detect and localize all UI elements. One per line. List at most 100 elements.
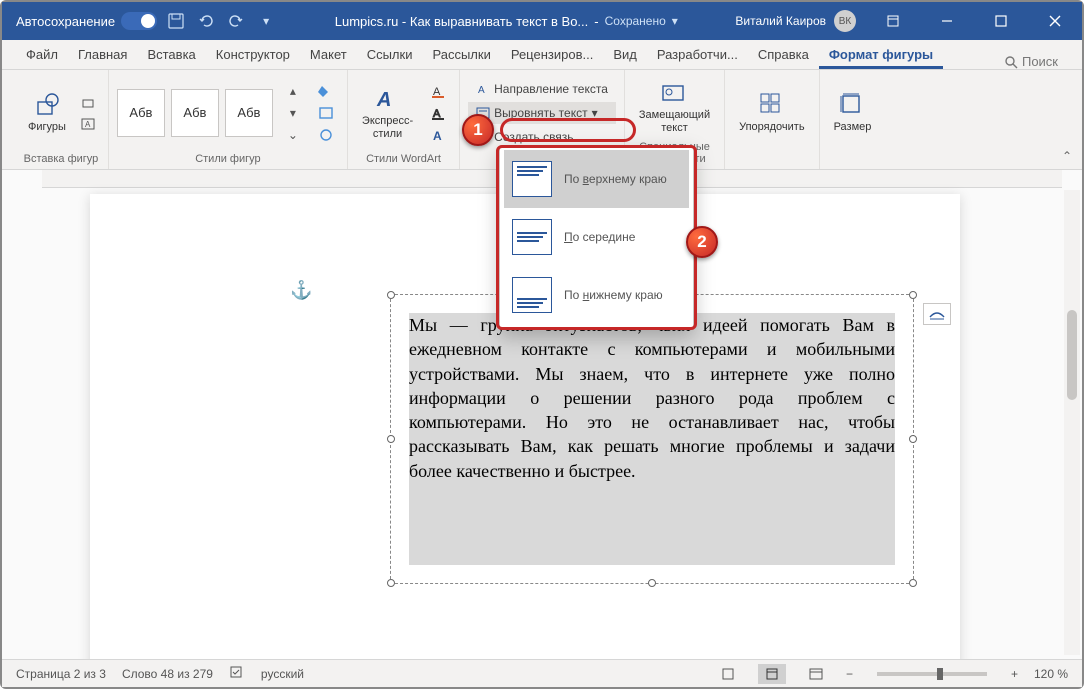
text-box-text[interactable]: Мы — группа энтузиастов, чьих идеей помо… (409, 313, 895, 483)
toggle-switch[interactable] (121, 12, 157, 30)
tab-home[interactable]: Главная (68, 41, 137, 69)
undo-icon[interactable] (195, 10, 217, 32)
title-bar: Автосохранение ▾ Lumpics.ru - Как выравн… (2, 2, 1082, 40)
align-middle-item[interactable]: По середине (504, 208, 689, 266)
shape-effects-icon[interactable] (315, 125, 339, 145)
document-title: Lumpics.ru - Как выравнивать текст в Во.… (285, 14, 727, 29)
size-button[interactable]: Размер (828, 89, 878, 135)
group-size: Размер (820, 70, 886, 169)
text-effects-icon[interactable]: A (427, 125, 451, 145)
text-box-content[interactable]: Мы — группа энтузиастов, чьих идеей помо… (409, 313, 895, 565)
avatar: ВК (834, 10, 856, 32)
align-bottom-item[interactable]: По нижнему краю (504, 266, 689, 324)
gallery-down-icon[interactable]: ▾ (281, 103, 305, 123)
redo-icon[interactable] (225, 10, 247, 32)
tab-references[interactable]: Ссылки (357, 41, 423, 69)
close-icon[interactable] (1032, 2, 1078, 40)
minimize-icon[interactable] (924, 2, 970, 40)
print-layout-icon[interactable] (758, 664, 786, 684)
text-box-shape[interactable]: Мы — группа энтузиастов, чьих идеей помо… (390, 294, 914, 584)
style-tile[interactable]: Абв (225, 89, 273, 137)
style-tile[interactable]: Абв (117, 89, 165, 137)
collapse-ribbon-icon[interactable]: ⌃ (1062, 149, 1072, 163)
word-count[interactable]: Слово 48 из 279 (122, 667, 213, 681)
tab-view[interactable]: Вид (603, 41, 647, 69)
alt-text-button[interactable]: Замещающий текст (633, 77, 716, 135)
text-outline-icon[interactable]: A (427, 103, 451, 123)
zoom-in-icon[interactable]: + (1011, 667, 1018, 681)
vertical-scrollbar[interactable] (1064, 190, 1080, 655)
svg-text:A: A (433, 129, 442, 142)
resize-handle[interactable] (387, 579, 395, 587)
save-icon[interactable] (165, 10, 187, 32)
style-tile[interactable]: Абв (171, 89, 219, 137)
text-direction-icon: A (476, 82, 490, 96)
style-gallery[interactable]: Абв Абв Абв (117, 89, 273, 137)
ribbon-tabs: Файл Главная Вставка Конструктор Макет С… (2, 40, 1082, 70)
align-middle-label: По середине (564, 230, 635, 244)
group-label-size (851, 151, 854, 167)
svg-text:A: A (85, 120, 91, 129)
align-text-label: Выровнять текст (494, 106, 587, 120)
quick-styles-label: Экспресс- стили (362, 115, 413, 139)
svg-text:A: A (376, 89, 391, 111)
svg-text:A: A (478, 85, 485, 96)
align-top-item[interactable]: По верхнему краю (504, 150, 689, 208)
group-shape-styles: Абв Абв Абв ▴ ▾ ⌄ Стили фигур (109, 70, 348, 169)
resize-handle[interactable] (909, 579, 917, 587)
quick-styles-button[interactable]: A Экспресс- стили (356, 83, 419, 141)
ribbon-display-icon[interactable] (870, 2, 916, 40)
resize-handle[interactable] (387, 291, 395, 299)
layout-options-button[interactable] (923, 303, 951, 325)
group-label-arrange (770, 151, 773, 167)
gallery-more-icon[interactable]: ⌄ (281, 125, 305, 145)
text-direction-button[interactable]: A Направление текста (468, 78, 616, 100)
shape-fill-icon[interactable] (315, 81, 339, 101)
qat-dropdown-icon[interactable]: ▾ (255, 10, 277, 32)
align-middle-icon (512, 219, 552, 255)
zoom-out-icon[interactable]: − (846, 667, 853, 681)
alt-text-label: Замещающий текст (639, 109, 710, 133)
text-fill-icon[interactable]: A (427, 81, 451, 101)
arrange-icon (758, 91, 786, 119)
arrange-button[interactable]: Упорядочить (733, 89, 810, 135)
spell-check-icon[interactable] (229, 665, 245, 682)
user-account[interactable]: Виталий Каиров ВК (735, 10, 856, 32)
tab-mailings[interactable]: Рассылки (422, 41, 500, 69)
gallery-up-icon[interactable]: ▴ (281, 81, 305, 101)
tab-review[interactable]: Рецензиров... (501, 41, 603, 69)
text-box-icon[interactable]: A (76, 114, 100, 134)
autosave-toggle[interactable]: Автосохранение (16, 12, 157, 30)
page-indicator[interactable]: Страница 2 из 3 (16, 667, 106, 681)
scrollbar-thumb[interactable] (1067, 310, 1077, 400)
tab-shape-format[interactable]: Формат фигуры (819, 41, 943, 69)
maximize-icon[interactable] (978, 2, 1024, 40)
zoom-slider[interactable] (877, 672, 987, 676)
tab-insert[interactable]: Вставка (137, 41, 205, 69)
quick-styles-icon: A (374, 85, 402, 113)
resize-handle[interactable] (387, 435, 395, 443)
resize-handle[interactable] (909, 435, 917, 443)
shapes-icon (33, 91, 61, 119)
language-indicator[interactable]: русский (261, 667, 304, 681)
shapes-label: Фигуры (28, 121, 66, 133)
status-bar: Страница 2 из 3 Слово 48 из 279 русский … (2, 659, 1082, 687)
web-layout-icon[interactable] (802, 664, 830, 684)
tab-help[interactable]: Справка (748, 41, 819, 69)
group-insert-shapes: Фигуры A Вставка фигур (14, 70, 109, 169)
edit-shape-icon[interactable] (76, 92, 100, 112)
tab-layout[interactable]: Макет (300, 41, 357, 69)
user-name: Виталий Каиров (735, 14, 826, 28)
search-icon (1004, 55, 1018, 69)
search-box[interactable]: Поиск (1004, 54, 1068, 69)
tab-design[interactable]: Конструктор (206, 41, 300, 69)
resize-handle[interactable] (909, 291, 917, 299)
resize-handle[interactable] (648, 579, 656, 587)
shapes-button[interactable]: Фигуры (22, 89, 72, 135)
zoom-level[interactable]: 120 % (1034, 667, 1068, 681)
shape-outline-icon[interactable] (315, 103, 339, 123)
tab-file[interactable]: Файл (16, 41, 68, 69)
tab-developer[interactable]: Разработчи... (647, 41, 748, 69)
group-label-wordart: Стили WordArt (366, 151, 441, 167)
focus-mode-icon[interactable] (714, 664, 742, 684)
